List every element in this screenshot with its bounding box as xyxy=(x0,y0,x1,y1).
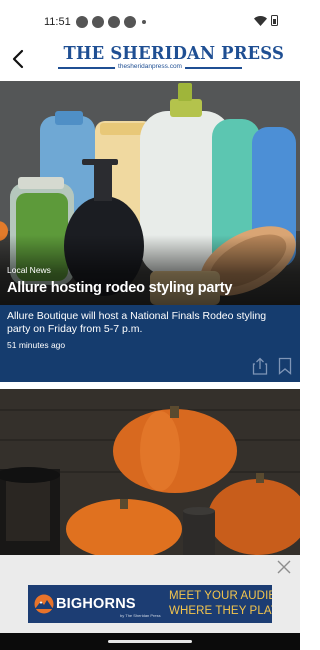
system-status-icons xyxy=(254,15,278,26)
ad-tagline-line1: MEET YOUR AUDIENCE xyxy=(169,590,272,602)
story-headline[interactable]: Allure hosting rodeo styling party xyxy=(7,280,232,296)
notification-dot-icon xyxy=(108,16,120,28)
ad-tagline-line2: WHERE THEY PLAY xyxy=(169,605,272,617)
ad-brand: BIGHORNS xyxy=(56,596,136,612)
mountain-logo-icon xyxy=(34,594,54,614)
battery-icon xyxy=(271,15,278,26)
notification-dot-icon xyxy=(76,16,88,28)
ad-brand-byline: by The Sheridan Press xyxy=(120,613,161,618)
notification-icons xyxy=(76,16,146,28)
app-header: THE SHERIDAN PRESS thesheridanpress.com xyxy=(0,38,300,80)
notification-dot-icon xyxy=(124,16,136,28)
story-timestamp: 51 minutes ago xyxy=(7,340,66,350)
notification-dot-icon xyxy=(92,16,104,28)
masthead-url: thesheridanpress.com xyxy=(115,63,185,70)
share-button[interactable] xyxy=(252,357,268,375)
status-time: 11:51 xyxy=(44,16,71,28)
arrow-left-icon xyxy=(12,49,24,69)
masthead-logo[interactable]: THE SHERIDAN PRESS thesheridanpress.com xyxy=(58,44,285,78)
story-image[interactable] xyxy=(0,389,300,555)
ad-close-button[interactable] xyxy=(276,559,292,575)
ad-banner[interactable]: BIGHORNS by The Sheridan Press MEET YOUR… xyxy=(28,585,272,623)
bookmark-button[interactable] xyxy=(278,357,292,375)
pumpkins-photo xyxy=(0,389,300,555)
masthead-title: THE SHERIDAN PRESS xyxy=(63,44,285,64)
share-icon xyxy=(252,357,268,375)
home-indicator[interactable] xyxy=(108,640,192,643)
close-icon xyxy=(277,560,291,574)
story-category[interactable]: Local News xyxy=(7,265,51,275)
wifi-icon xyxy=(254,15,267,26)
story-summary: Allure Boutique will host a National Fin… xyxy=(7,310,267,335)
notification-small-dot-icon xyxy=(142,20,146,24)
bookmark-icon xyxy=(278,357,292,375)
back-button[interactable] xyxy=(8,48,30,70)
